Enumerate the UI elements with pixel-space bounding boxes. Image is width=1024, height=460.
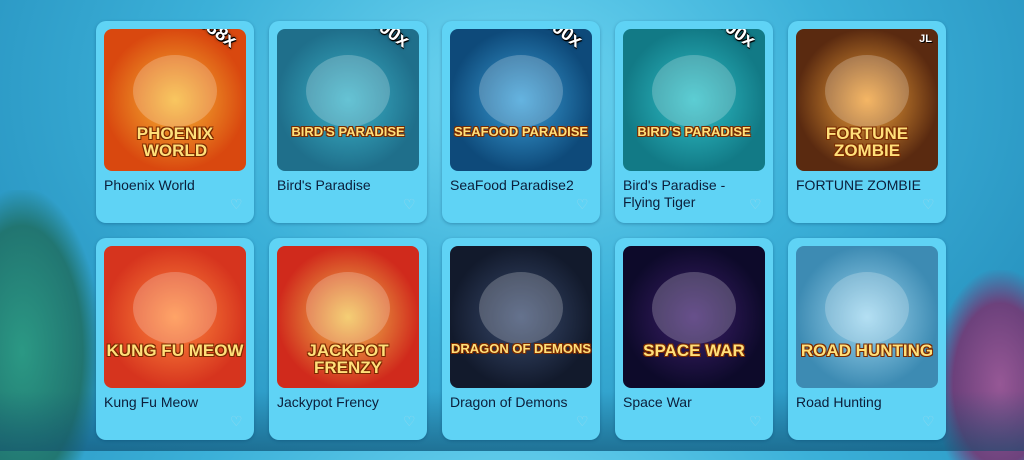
game-logo-text: JACKPOT FRENZY <box>307 341 389 377</box>
robot-croc-icon <box>825 272 909 344</box>
favorite-heart-icon[interactable]: ♡ <box>922 197 936 211</box>
favorite-heart-icon[interactable]: ♡ <box>230 197 244 211</box>
favorite-heart-icon[interactable]: ♡ <box>749 414 763 428</box>
game-title: Space War <box>623 394 692 410</box>
game-card[interactable]: SPACE WAR Space War ♡ <box>615 238 773 440</box>
parrot-icon <box>652 55 736 127</box>
game-thumbnail[interactable]: BIRD'S PARADISE1000x <box>623 29 765 171</box>
game-logo-text: SEAFOOD PARADISE <box>453 124 589 139</box>
toad-icon <box>306 272 390 344</box>
game-card[interactable]: BIRD'S PARADISE1000x Bird's Paradise ♡ <box>269 21 427 223</box>
game-card[interactable]: SEAFOOD PARADISE3000x SeaFood Paradise2♡ <box>442 21 600 223</box>
favorite-heart-icon[interactable]: ♡ <box>230 414 244 428</box>
game-thumbnail[interactable]: BIRD'S PARADISE1000x <box>277 29 419 171</box>
eagle-icon <box>306 55 390 127</box>
game-logo-text: ROAD HUNTING <box>800 341 934 360</box>
game-title: Bird's Paradise <box>277 177 371 193</box>
game-logo-text: KUNG FU MEOW <box>106 341 244 360</box>
game-card[interactable]: JACKPOT FRENZY Jackypot Frency ♡ <box>269 238 427 440</box>
game-title: Bird's Paradise - Flying Tiger <box>623 177 726 210</box>
game-title: Road Hunting <box>796 394 882 410</box>
game-logo-text: BIRD'S PARADISE <box>637 124 751 139</box>
favorite-heart-icon[interactable]: ♡ <box>403 197 417 211</box>
whale-icon <box>479 55 563 127</box>
favorite-heart-icon[interactable]: ♡ <box>749 197 763 211</box>
spaceship-icon <box>652 272 736 344</box>
game-card[interactable]: KUNG FU MEOW Kung Fu Meow ♡ <box>96 238 254 440</box>
game-logo-text: BIRD'S PARADISE <box>291 124 405 139</box>
game-thumbnail[interactable]: FORTUNE ZOMBIE JL <box>796 29 938 171</box>
game-card[interactable]: BIRD'S PARADISE1000x Bird's Paradise - Fl… <box>615 21 773 223</box>
game-card[interactable]: ROAD HUNTING Road Hunting ♡ <box>788 238 946 440</box>
game-title: Jackypot Frency <box>277 394 379 410</box>
phoenix-icon <box>133 55 217 127</box>
zombie-icon <box>825 55 909 127</box>
game-title: Kung Fu Meow <box>104 394 199 410</box>
background-coral-right <box>934 270 1024 460</box>
favorite-heart-icon[interactable]: ♡ <box>403 414 417 428</box>
game-title: Phoenix World <box>104 177 195 193</box>
game-title: FORTUNE ZOMBIE <box>796 177 921 193</box>
game-thumbnail[interactable]: PHOENIX WORLD 888x <box>104 29 246 171</box>
game-logo-text: PHOENIX WORLD <box>136 124 214 160</box>
provider-badge: JL <box>919 33 932 45</box>
game-title: Dragon of Demons <box>450 394 568 410</box>
game-logo-text: DRAGON OF DEMONS <box>450 341 592 356</box>
game-title: SeaFood Paradise2 <box>450 177 574 193</box>
background-seaweed-left <box>0 190 100 460</box>
game-grid: PHOENIX WORLD 888x Phoenix World ♡ BIRD'S PA… <box>96 21 946 440</box>
game-card[interactable]: DRAGON OF DEMONS Dragon of Demons ♡ <box>442 238 600 440</box>
game-thumbnail[interactable]: SEAFOOD PARADISE3000x <box>450 29 592 171</box>
favorite-heart-icon[interactable]: ♡ <box>922 414 936 428</box>
game-logo-text: SPACE WAR <box>643 341 745 360</box>
dragon-icon <box>479 272 563 344</box>
favorite-heart-icon[interactable]: ♡ <box>576 414 590 428</box>
game-card[interactable]: FORTUNE ZOMBIE JL FORTUNE ZOMBIE ♡ <box>788 21 946 223</box>
game-thumbnail[interactable]: KUNG FU MEOW <box>104 246 246 388</box>
game-thumbnail[interactable]: JACKPOT FRENZY <box>277 246 419 388</box>
game-card[interactable]: PHOENIX WORLD 888x Phoenix World ♡ <box>96 21 254 223</box>
game-thumbnail[interactable]: DRAGON OF DEMONS <box>450 246 592 388</box>
game-logo-text: FORTUNE ZOMBIE <box>825 124 909 160</box>
cat-icon <box>133 272 217 344</box>
favorite-heart-icon[interactable]: ♡ <box>576 197 590 211</box>
game-thumbnail[interactable]: ROAD HUNTING <box>796 246 938 388</box>
game-thumbnail[interactable]: SPACE WAR <box>623 246 765 388</box>
